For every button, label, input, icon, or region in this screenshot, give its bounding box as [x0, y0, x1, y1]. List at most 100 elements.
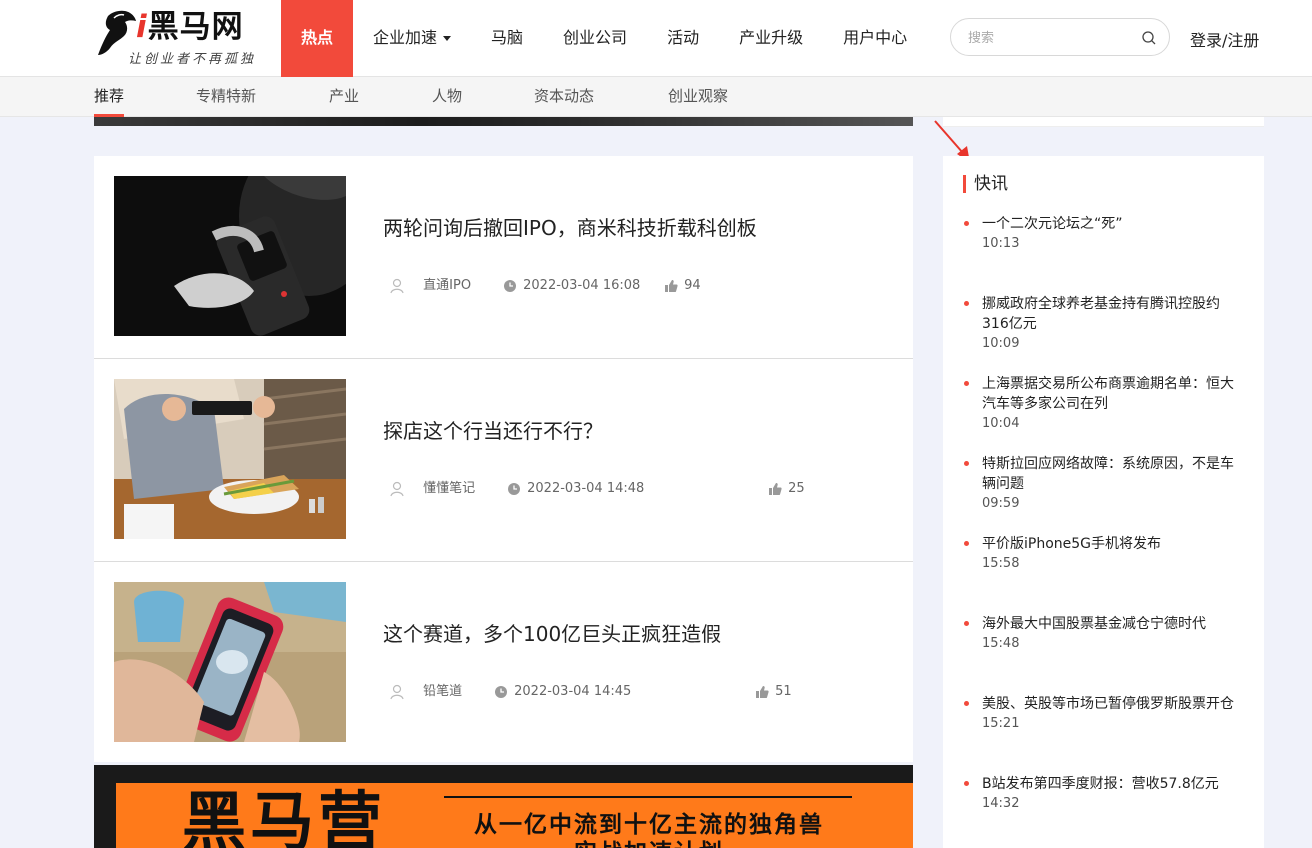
news-time: 09:59 — [982, 496, 1020, 511]
article-title[interactable]: 两轮问询后撤回IPO，商米科技折载科创板 — [383, 212, 757, 241]
clock-icon — [508, 482, 520, 495]
subnav-item-industry[interactable]: 产业 — [329, 77, 359, 117]
search-icon[interactable] — [1141, 30, 1157, 46]
likes-field: 25 — [768, 480, 805, 498]
search-box — [950, 18, 1170, 56]
bullet-dot-icon — [964, 301, 969, 306]
nav-item-user-center[interactable]: 用户中心 — [823, 0, 927, 77]
user-icon — [390, 481, 404, 496]
login-register-link[interactable]: 登录/注册 — [1190, 27, 1259, 51]
article-author[interactable]: 懂懂笔记 — [423, 481, 475, 496]
time-field: 2022-03-04 14:48 — [507, 480, 644, 498]
ad-divider — [444, 796, 852, 798]
news-title[interactable]: 一个二次元论坛之“死” — [982, 214, 1238, 234]
news-time: 15:48 — [982, 636, 1020, 651]
news-title[interactable]: B站发布第四季度财报：营收57.8亿元 — [982, 774, 1238, 794]
subnav-item-capital[interactable]: 资本动态 — [534, 77, 594, 117]
bullet-dot-icon — [964, 461, 969, 466]
article-author[interactable]: 铅笔道 — [423, 684, 462, 699]
article-thumbnail[interactable] — [114, 379, 346, 539]
article-likes: 51 — [775, 684, 792, 699]
article-time: 2022-03-04 14:45 — [514, 684, 632, 699]
site-header: i黑马网 让创业者不再孤独 热点 企业加速 马脑 创业公司 活动 产业升级 用户… — [0, 0, 1312, 77]
article-title[interactable]: 这个赛道，多个100亿巨头正疯狂造假 — [383, 618, 721, 647]
news-title[interactable]: 上海票据交易所公布商票逾期名单：恒大汽车等多家公司在列 — [982, 374, 1238, 414]
clock-icon — [504, 279, 516, 292]
news-item[interactable]: 特斯拉回应网络故障：系统原因，不是车辆问题 09:59 — [963, 454, 1253, 514]
news-time: 15:58 — [982, 556, 1020, 571]
news-item[interactable]: 挪威政府全球养老基金持有腾讯控股约316亿元 10:09 — [963, 294, 1253, 354]
time-field: 2022-03-04 14:45 — [494, 683, 631, 701]
clock-icon — [495, 685, 507, 698]
nav-item-hot[interactable]: 热点 — [281, 0, 354, 77]
nav-item-events[interactable]: 活动 — [647, 0, 719, 77]
likes-field: 94 — [664, 277, 701, 295]
flash-news-title: 快讯 — [963, 175, 1008, 193]
bullet-dot-icon — [964, 701, 969, 706]
bullet-dot-icon — [964, 381, 969, 386]
news-title[interactable]: 海外最大中国股票基金减仓宁德时代 — [982, 614, 1238, 634]
ad-logo-text: 黑马营 — [182, 786, 386, 848]
subnav-item-startup-observation[interactable]: 创业观察 — [668, 77, 728, 117]
nav-item-industry-upgrade[interactable]: 产业升级 — [719, 0, 823, 77]
nav-item-startups[interactable]: 创业公司 — [543, 0, 647, 77]
news-item[interactable]: 美股、英股等市场已暂停俄罗斯股票开仓 15:21 — [963, 694, 1253, 734]
article-card[interactable]: 探店这个行当还行不行？ 懂懂笔记 2022-03-04 14:48 25 — [94, 359, 913, 562]
article-card[interactable]: 两轮问询后撤回IPO，商米科技折载科创板 直通IPO 2022-03-04 16… — [94, 156, 913, 359]
author-field: 懂懂笔记 — [389, 480, 475, 498]
bullet-dot-icon — [964, 781, 969, 786]
flash-news-panel: 快讯 一个二次元论坛之“死” 10:13 挪威政府全球养老基金持有腾讯控股约31… — [943, 156, 1264, 848]
bullet-dot-icon — [964, 541, 969, 546]
sub-nav: 推荐 专精特新 产业 人物 资本动态 创业观察 — [0, 77, 1312, 117]
article-thumbnail[interactable] — [114, 176, 346, 336]
article-list: 两轮问询后撤回IPO，商米科技折载科创板 直通IPO 2022-03-04 16… — [94, 156, 913, 762]
article-thumbnail[interactable] — [114, 582, 346, 742]
chevron-down-icon — [443, 36, 452, 41]
nav-item-acceleration[interactable]: 企业加速 — [353, 0, 471, 77]
nav-item-manao[interactable]: 马脑 — [471, 0, 543, 77]
news-time: 14:32 — [982, 796, 1020, 811]
subnav-item-specialized[interactable]: 专精特新 — [196, 77, 256, 117]
subnav-item-people[interactable]: 人物 — [432, 77, 462, 117]
news-item[interactable]: 一个二次元论坛之“死” 10:13 — [963, 214, 1253, 254]
news-title[interactable]: 美股、英股等市场已暂停俄罗斯股票开仓 — [982, 694, 1238, 714]
news-item[interactable]: 上海票据交易所公布商票逾期名单：恒大汽车等多家公司在列 10:04 — [963, 374, 1253, 434]
bullet-dot-icon — [964, 621, 969, 626]
logo-slogan: 让创业者不再孤独 — [128, 52, 257, 67]
heima-camp-ad-banner[interactable]: 黑马营 从一亿中流到十亿主流的独角兽 实战加速计划 — [94, 765, 913, 848]
user-icon — [390, 278, 404, 293]
thumbs-up-icon — [756, 685, 769, 698]
author-field: 直通IPO — [389, 277, 471, 295]
thumbs-up-icon — [665, 279, 678, 292]
bullet-dot-icon — [964, 221, 969, 226]
article-likes: 94 — [684, 278, 701, 293]
user-icon — [390, 684, 404, 699]
article-likes: 25 — [788, 481, 805, 496]
search-input[interactable] — [968, 28, 1128, 48]
subnav-item-recommended[interactable]: 推荐 — [94, 77, 125, 117]
news-item[interactable]: B站发布第四季度财报：营收57.8亿元 14:32 — [963, 774, 1253, 814]
likes-field: 51 — [755, 683, 792, 701]
news-time: 15:21 — [982, 716, 1020, 731]
site-logo[interactable]: i黑马网 让创业者不再孤独 — [92, 8, 253, 67]
news-time: 10:13 — [982, 236, 1020, 251]
news-item[interactable]: 平价版iPhone5G手机将发布 15:58 — [963, 534, 1253, 574]
article-time: 2022-03-04 14:48 — [527, 481, 645, 496]
news-time: 10:09 — [982, 336, 1020, 351]
article-author[interactable]: 直通IPO — [423, 278, 471, 293]
ad-slogan-secondary: 实战加速计划 — [574, 833, 724, 848]
carousel-banner-bottom[interactable] — [94, 117, 913, 126]
article-card[interactable]: 这个赛道，多个100亿巨头正疯狂造假 铅笔道 2022-03-04 14:45 … — [94, 562, 913, 762]
news-title[interactable]: 挪威政府全球养老基金持有腾讯控股约316亿元 — [982, 294, 1238, 334]
article-title[interactable]: 探店这个行当还行不行？ — [383, 415, 603, 444]
thumbs-up-icon — [769, 482, 782, 495]
news-title[interactable]: 平价版iPhone5G手机将发布 — [982, 534, 1238, 554]
main-nav: 热点 企业加速 马脑 创业公司 活动 产业升级 用户中心 — [281, 0, 927, 77]
sidebar-top-panel — [943, 117, 1264, 127]
news-time: 10:04 — [982, 416, 1020, 431]
article-time: 2022-03-04 16:08 — [523, 278, 641, 293]
author-field: 铅笔道 — [389, 683, 462, 701]
news-item[interactable]: 海外最大中国股票基金减仓宁德时代 15:48 — [963, 614, 1253, 654]
news-title[interactable]: 特斯拉回应网络故障：系统原因，不是车辆问题 — [982, 454, 1238, 494]
time-field: 2022-03-04 16:08 — [503, 277, 640, 295]
